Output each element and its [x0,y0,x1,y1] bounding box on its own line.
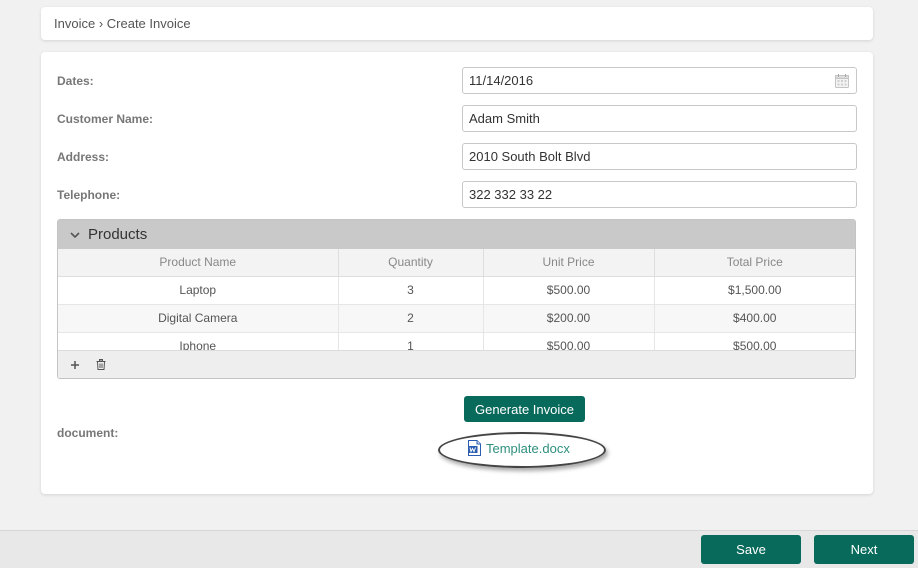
next-button[interactable]: Next [814,535,914,564]
delete-row-button[interactable] [94,358,108,372]
table-row[interactable]: Laptop 3 $500.00 $1,500.00 [58,276,855,305]
customer-name-label: Customer Name: [57,112,154,126]
products-table: Product Name Quantity Unit Price Total P… [58,249,855,361]
cell-total-price: $1,500.00 [654,276,855,305]
chevron-down-icon [70,231,80,238]
cell-unit-price: $500.00 [483,276,655,305]
telephone-input[interactable] [462,181,857,208]
dates-label: Dates: [57,74,94,88]
word-document-icon [468,440,481,456]
column-header-product-name[interactable]: Product Name [58,249,339,277]
breadcrumb-parent[interactable]: Invoice [54,16,95,31]
cell-quantity: 3 [338,276,484,305]
add-row-button[interactable] [68,358,82,372]
template-file-name: Template.docx [486,440,570,456]
calendar-icon[interactable] [834,73,850,89]
cell-total-price: $400.00 [654,304,855,333]
trash-icon [96,359,106,370]
telephone-label: Telephone: [57,188,121,202]
column-header-quantity[interactable]: Quantity [338,249,484,277]
cell-unit-price: $200.00 [483,304,655,333]
breadcrumb-current: Create Invoice [106,16,191,31]
products-panel: Products Product Name Quantity Unit Pric… [57,219,856,379]
cell-product-name: Laptop [58,276,339,305]
template-document-link[interactable]: Template.docx [468,440,570,456]
document-label: document: [57,426,119,440]
plus-icon [71,360,79,369]
column-header-unit-price[interactable]: Unit Price [483,249,655,277]
cell-product-name: Digital Camera [58,304,339,333]
breadcrumb-separator: › [95,16,107,31]
address-input[interactable] [462,143,857,170]
generate-invoice-button[interactable]: Generate Invoice [464,396,585,422]
products-panel-title: Products [88,226,148,243]
address-label: Address: [57,150,110,164]
table-row[interactable]: Digital Camera 2 $200.00 $400.00 [58,304,855,333]
save-button[interactable]: Save [701,535,801,564]
breadcrumb: Invoice › Create Invoice [41,7,873,40]
customer-name-input[interactable] [462,105,857,132]
products-toolbar [58,350,855,378]
cell-quantity: 2 [338,304,484,333]
invoice-form-card: Dates: Customer Name: Address: Telephone… [41,52,873,494]
column-header-total-price[interactable]: Total Price [654,249,855,277]
dates-input[interactable] [462,67,857,94]
products-panel-header[interactable]: Products [58,220,855,249]
